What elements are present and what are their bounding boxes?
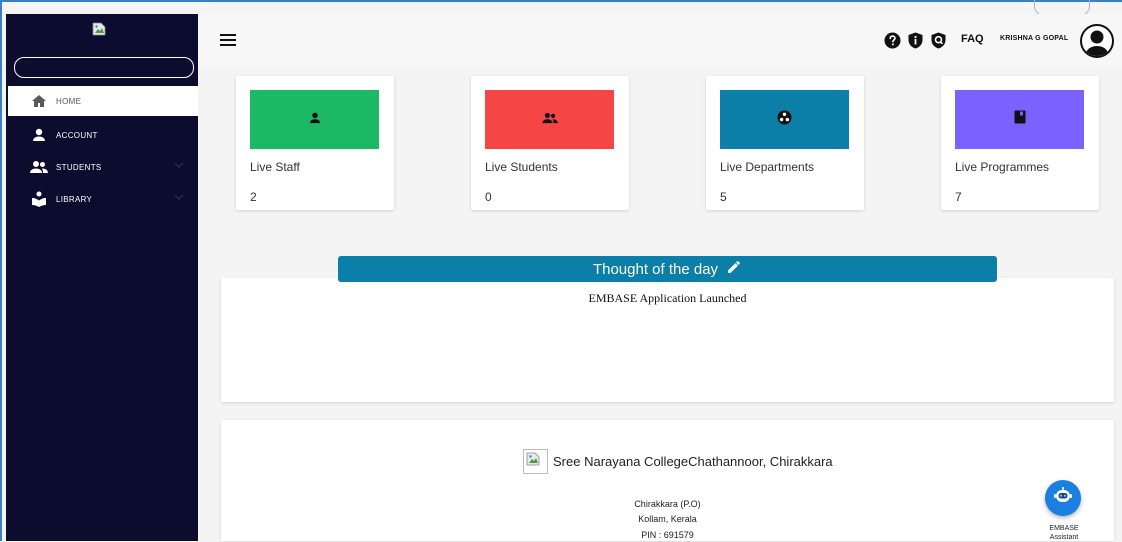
thought-title: Thought of the day (592, 260, 719, 278)
card-label: Live Staff (250, 160, 300, 174)
address-line: Chirakkara (P.O) (634, 499, 701, 509)
sidebar-search-input[interactable] (14, 57, 194, 78)
security-shield-icon[interactable] (930, 32, 947, 49)
sidebar-item-label: ACCOUNT (56, 130, 98, 140)
broken-image-icon (523, 449, 548, 474)
help-icon[interactable] (884, 32, 901, 49)
avatar-icon[interactable] (1080, 24, 1114, 58)
chevron-down-icon[interactable] (174, 161, 184, 171)
address-line: Kollam, Kerala (638, 514, 697, 524)
person-icon (30, 128, 48, 142)
card-value: 7 (955, 190, 962, 204)
assistant-label-line: EMBASE (1049, 525, 1079, 532)
card-label: Live Programmes (955, 160, 1050, 174)
card-value: 0 (485, 190, 492, 204)
sidebar-item-label: HOME (56, 96, 82, 106)
robot-icon (1052, 485, 1074, 512)
departments-icon (777, 110, 792, 130)
card-value: 5 (720, 190, 727, 204)
user-name: KRISHNA G GOPAL (1000, 35, 1069, 42)
sidebar-item-library[interactable]: LIBRARY (8, 184, 198, 214)
address-line: PIN : 691579 (641, 530, 694, 540)
thought-text: EMBASE Application Launched (588, 291, 747, 305)
card-banner (720, 90, 849, 149)
edit-pencil-icon[interactable] (726, 259, 742, 279)
broken-logo-icon (92, 22, 106, 36)
college-name: Sree Narayana CollegeChathannoor, Chirak… (553, 454, 833, 469)
card-live-staff[interactable]: Live Staff 2 (236, 76, 394, 210)
card-banner (250, 90, 379, 149)
card-live-students[interactable]: Live Students 0 (471, 76, 629, 210)
sidebar-item-students[interactable]: STUDENTS (8, 152, 198, 182)
info-shield-icon[interactable] (907, 32, 924, 49)
group-icon (30, 160, 48, 174)
card-label: Live Students (485, 160, 558, 174)
faq-link[interactable]: FAQ (961, 33, 984, 45)
sidebar-item-label: STUDENTS (56, 162, 102, 172)
chevron-down-icon[interactable] (174, 193, 184, 203)
sidebar-item-home[interactable]: HOME (8, 86, 198, 116)
thought-panel: EMBASE Application Launched (221, 278, 1114, 402)
sidebar-item-account[interactable]: ACCOUNT (8, 120, 198, 150)
footer: Sree Narayana CollegeChathannoor, Chirak… (221, 420, 1114, 541)
card-label: Live Departments (720, 160, 815, 174)
assistant-label: EMBASE Assistant (1038, 524, 1090, 542)
group-icon (541, 111, 558, 129)
menu-icon[interactable] (220, 34, 236, 46)
card-banner (955, 90, 1084, 149)
card-live-programmes[interactable]: Live Programmes 7 (941, 76, 1099, 210)
person-icon (309, 111, 321, 129)
top-bar: FAQ KRISHNA G GOPAL (198, 14, 1122, 66)
home-icon (30, 94, 48, 108)
assistant-button[interactable] (1045, 480, 1081, 516)
card-banner (485, 90, 614, 149)
thought-header: Thought of the day (338, 256, 997, 282)
card-value: 2 (250, 190, 257, 204)
card-live-departments[interactable]: Live Departments 5 (706, 76, 864, 210)
college-info: Sree Narayana CollegeChathannoor, Chirak… (523, 449, 833, 474)
book-icon (1014, 110, 1026, 129)
library-icon (30, 191, 48, 207)
sidebar: HOME ACCOUNT STUDENTS LIBRARY (6, 14, 198, 541)
sidebar-item-label: LIBRARY (56, 194, 93, 204)
